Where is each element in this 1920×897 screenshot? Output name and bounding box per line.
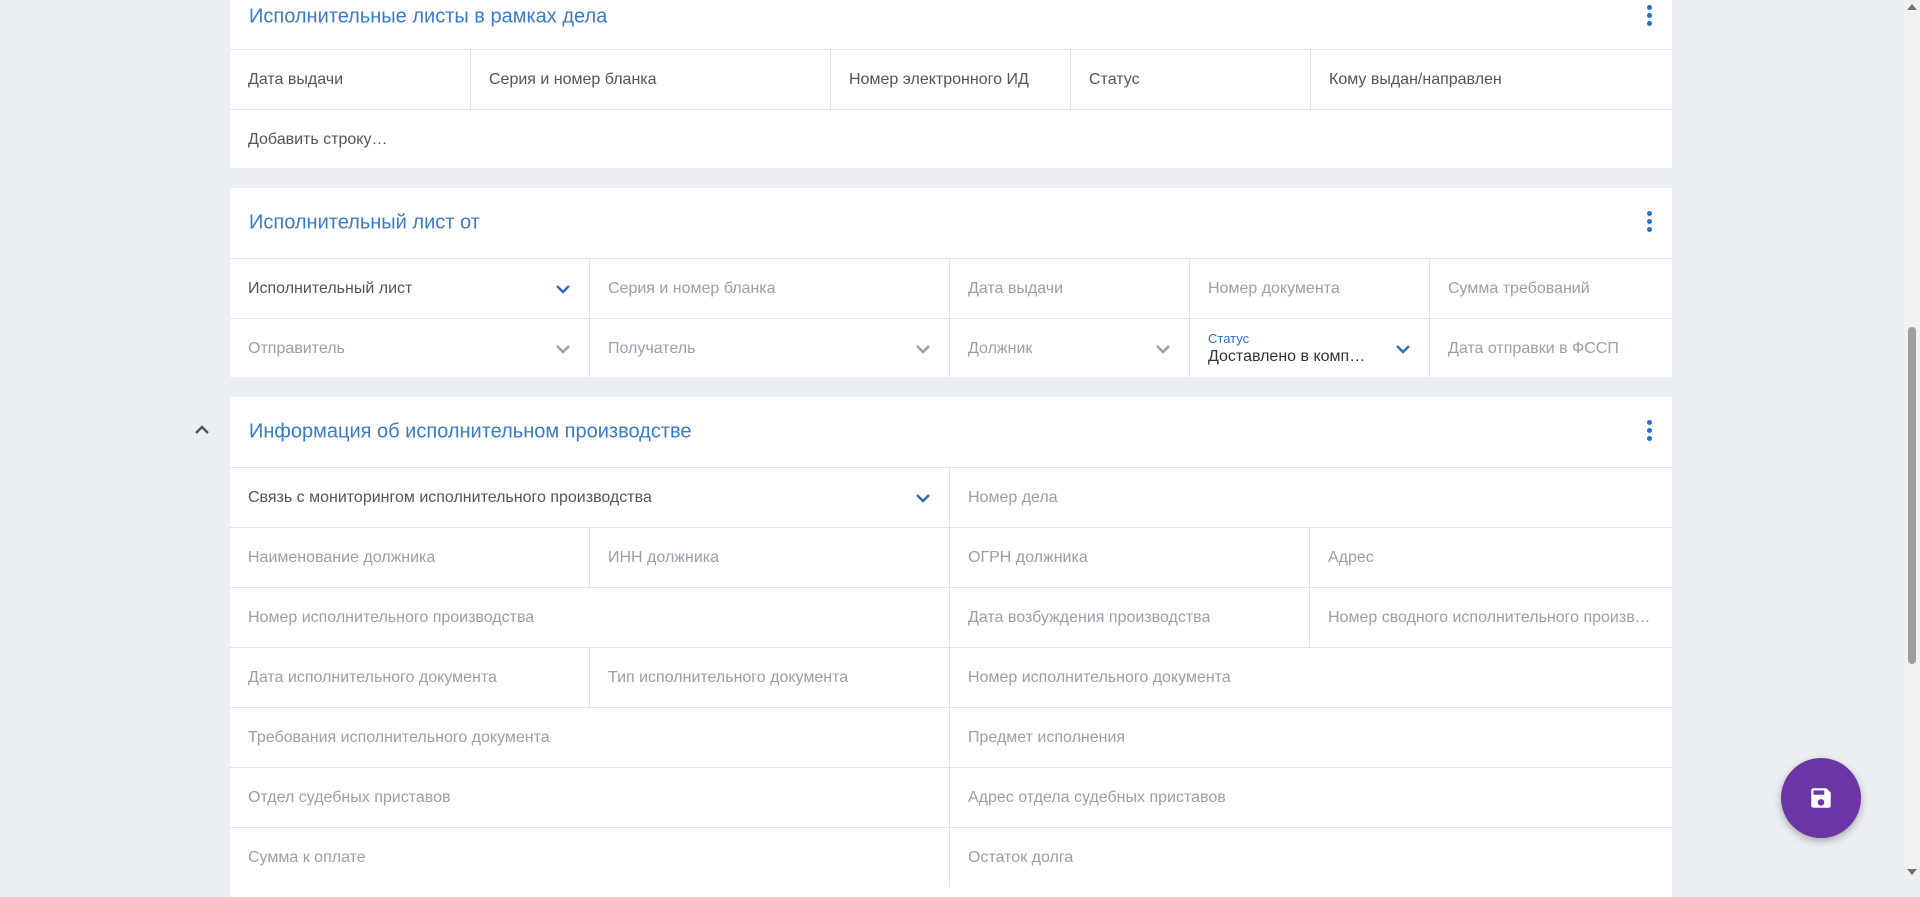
chevron-down-icon[interactable] [555, 284, 571, 294]
doc-type-select[interactable]: Исполнительный лист [230, 259, 590, 318]
column-header[interactable]: Серия и номер бланка [471, 50, 831, 109]
subject-field[interactable]: Предмет исполнения [950, 708, 1672, 767]
enforcement-row-5: Требования исполнительного документа Пре… [230, 708, 1672, 768]
writs-table-header: Дата выдачи Серия и номер бланка Номер э… [230, 50, 1672, 110]
chevron-down-icon[interactable] [1395, 344, 1411, 354]
exec-doc-number-field[interactable]: Номер исполнительного документа [950, 648, 1672, 707]
issue-date-field[interactable]: Дата выдачи [950, 259, 1190, 318]
monitoring-link-select[interactable]: Связь с мониторингом исполнительного про… [230, 468, 950, 527]
enforcement-title: Информация об исполнительном производств… [249, 420, 692, 443]
scrollbar-thumb[interactable] [1908, 327, 1916, 664]
chevron-down-icon[interactable] [915, 344, 931, 354]
chevron-down-icon[interactable] [555, 344, 571, 354]
initiation-date-field[interactable]: Дата возбуждения производства [950, 588, 1310, 647]
enforcement-row-7: Сумма к оплате Остаток долга [230, 828, 1672, 887]
proceeding-number-field[interactable]: Номер исполнительного производства [230, 588, 950, 647]
debtor-inn-field[interactable]: ИНН должника [590, 528, 950, 587]
writ-from-card: Исполнительный лист от Исполнительный ли… [230, 188, 1672, 378]
chevron-down-icon[interactable] [915, 493, 931, 503]
debtor-ogrn-field[interactable]: ОГРН должника [950, 528, 1310, 587]
consolidated-number-field[interactable]: Номер сводного исполнительного производс… [1310, 588, 1672, 647]
writ-from-header: Исполнительный лист от [230, 188, 1672, 259]
enforcement-header: Информация об исполнительном производств… [230, 397, 1672, 468]
sender-select[interactable]: Отправитель [230, 319, 590, 378]
writs-in-case-title: Исполнительные листы в рамках дела [249, 5, 608, 28]
add-row-button[interactable]: Добавить строку… [230, 110, 1672, 169]
bailiff-department-field[interactable]: Отдел судебных приставов [230, 768, 950, 827]
claim-amount-field[interactable]: Сумма требований [1430, 259, 1672, 318]
debtor-name-field[interactable]: Наименование должника [230, 528, 590, 587]
add-row[interactable]: Добавить строку… [230, 110, 1672, 169]
series-number-field[interactable]: Серия и номер бланка [590, 259, 950, 318]
exec-doc-date-field[interactable]: Дата исполнительного документа [230, 648, 590, 707]
writs-in-case-card: Исполнительные листы в рамках дела Дата … [230, 0, 1672, 168]
writs-in-case-header: Исполнительные листы в рамках дела [230, 0, 1672, 50]
debt-balance-field[interactable]: Остаток долга [950, 828, 1672, 887]
enforcement-row-4: Дата исполнительного документа Тип испол… [230, 648, 1672, 708]
address-field[interactable]: Адрес [1310, 528, 1672, 587]
bailiff-department-address-field[interactable]: Адрес отдела судебных приставов [950, 768, 1672, 827]
status-value: Доставлено в компанию [1208, 347, 1373, 365]
more-vert-icon[interactable] [1646, 211, 1652, 235]
scroll-down-arrow[interactable] [1907, 869, 1917, 875]
writ-from-title: Исполнительный лист от [249, 211, 480, 234]
enforcement-row-1: Связь с мониторингом исполнительного про… [230, 468, 1672, 528]
exec-doc-type-field[interactable]: Тип исполнительного документа [590, 648, 950, 707]
fssp-send-date-field[interactable]: Дата отправки в ФССП [1430, 319, 1672, 378]
save-icon [1811, 788, 1831, 808]
save-button[interactable] [1781, 758, 1861, 838]
enforcement-row-2: Наименование должника ИНН должника ОГРН … [230, 528, 1672, 588]
status-select[interactable]: Статус Доставлено в компанию [1190, 319, 1430, 378]
amount-due-field[interactable]: Сумма к оплате [230, 828, 950, 887]
more-vert-icon[interactable] [1646, 420, 1652, 444]
recipient-select[interactable]: Получатель [590, 319, 950, 378]
scroll-up-arrow[interactable] [1907, 4, 1917, 10]
exec-doc-requirements-field[interactable]: Требования исполнительного документа [230, 708, 950, 767]
enforcement-row-3: Номер исполнительного производства Дата … [230, 588, 1672, 648]
chevron-up-icon[interactable] [192, 420, 212, 440]
column-header[interactable]: Статус [1071, 50, 1311, 109]
column-header[interactable]: Кому выдан/направлен [1311, 50, 1672, 109]
writ-from-row-1: Исполнительный лист Серия и номер бланка… [230, 259, 1672, 319]
writ-from-row-2: Отправитель Получатель Должник Статус До… [230, 319, 1672, 378]
debtor-select[interactable]: Должник [950, 319, 1190, 378]
document-number-field[interactable]: Номер документа [1190, 259, 1430, 318]
column-header[interactable]: Дата выдачи [230, 50, 471, 109]
column-header[interactable]: Номер электронного ИД [831, 50, 1071, 109]
enforcement-card: Информация об исполнительном производств… [230, 397, 1672, 897]
vertical-scrollbar[interactable] [1904, 0, 1920, 879]
case-number-field[interactable]: Номер дела [950, 468, 1672, 527]
more-vert-icon[interactable] [1646, 5, 1652, 29]
status-label: Статус [1208, 330, 1250, 346]
chevron-down-icon[interactable] [1155, 344, 1171, 354]
enforcement-row-6: Отдел судебных приставов Адрес отдела су… [230, 768, 1672, 828]
